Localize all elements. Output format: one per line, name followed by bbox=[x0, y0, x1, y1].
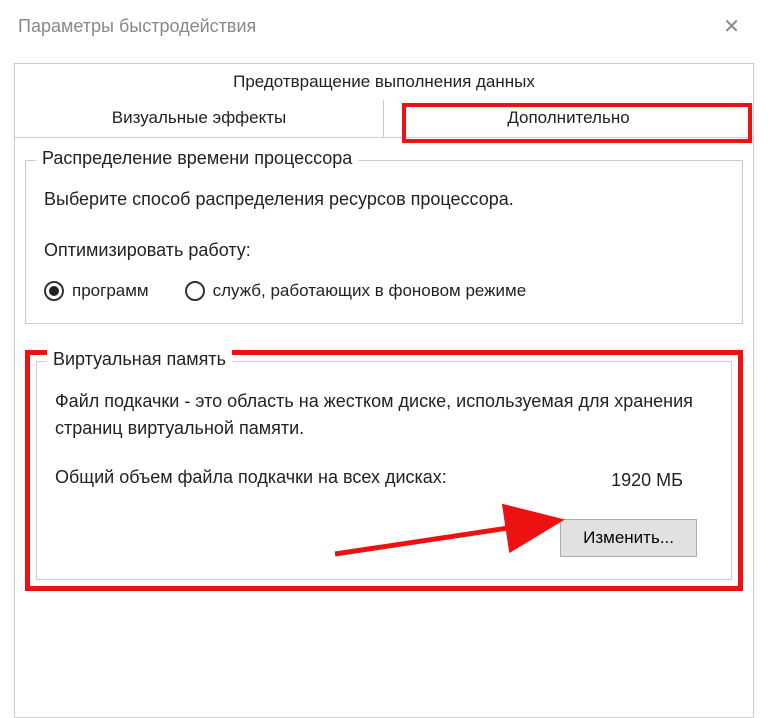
tab-row-top: Предотвращение выполнения данных bbox=[14, 63, 754, 101]
vm-group-legend: Виртуальная память bbox=[47, 349, 232, 370]
vm-size-row: Общий объем файла подкачки на всех диска… bbox=[55, 464, 713, 491]
tab-content: Распределение времени процессора Выберит… bbox=[14, 138, 754, 718]
radio-icon bbox=[44, 281, 64, 301]
vm-size-label: Общий объем файла подкачки на всех диска… bbox=[55, 464, 447, 491]
vm-description: Файл подкачки - это область на жестком д… bbox=[55, 388, 713, 442]
tab-dep[interactable]: Предотвращение выполнения данных bbox=[15, 64, 753, 100]
radio-programs[interactable]: программ bbox=[44, 281, 149, 301]
cpu-scheduling-group: Распределение времени процессора Выберит… bbox=[25, 160, 743, 324]
tab-advanced[interactable]: Дополнительно bbox=[384, 100, 753, 137]
virtual-memory-group: Виртуальная память Файл подкачки - это о… bbox=[36, 361, 732, 580]
optimize-label: Оптимизировать работу: bbox=[44, 240, 724, 261]
window-title: Параметры быстродействия bbox=[18, 16, 256, 37]
radio-programs-label: программ bbox=[72, 281, 149, 301]
radio-services-label: служб, работающих в фоновом режиме bbox=[213, 281, 527, 301]
tab-row-bottom: Визуальные эффекты Дополнительно bbox=[14, 100, 754, 138]
radio-icon bbox=[185, 281, 205, 301]
change-button[interactable]: Изменить... bbox=[560, 519, 697, 557]
radio-row: программ служб, работающих в фоновом реж… bbox=[44, 281, 724, 301]
cpu-group-legend: Распределение времени процессора bbox=[36, 148, 358, 169]
radio-services[interactable]: служб, работающих в фоновом режиме bbox=[185, 281, 527, 301]
tab-visual-effects[interactable]: Визуальные эффекты bbox=[15, 100, 384, 137]
annotation-arrow-icon bbox=[325, 499, 585, 569]
close-icon[interactable]: ✕ bbox=[713, 10, 750, 43]
vm-size-value: 1920 МБ bbox=[611, 470, 713, 491]
titlebar: Параметры быстродействия ✕ bbox=[0, 0, 768, 53]
annotation-highlight-vm: Виртуальная память Файл подкачки - это о… bbox=[25, 350, 743, 591]
vm-button-row: Изменить... bbox=[55, 519, 713, 557]
tabs-container: Предотвращение выполнения данных Визуаль… bbox=[14, 63, 754, 138]
cpu-group-description: Выберите способ распределения ресурсов п… bbox=[44, 187, 724, 212]
